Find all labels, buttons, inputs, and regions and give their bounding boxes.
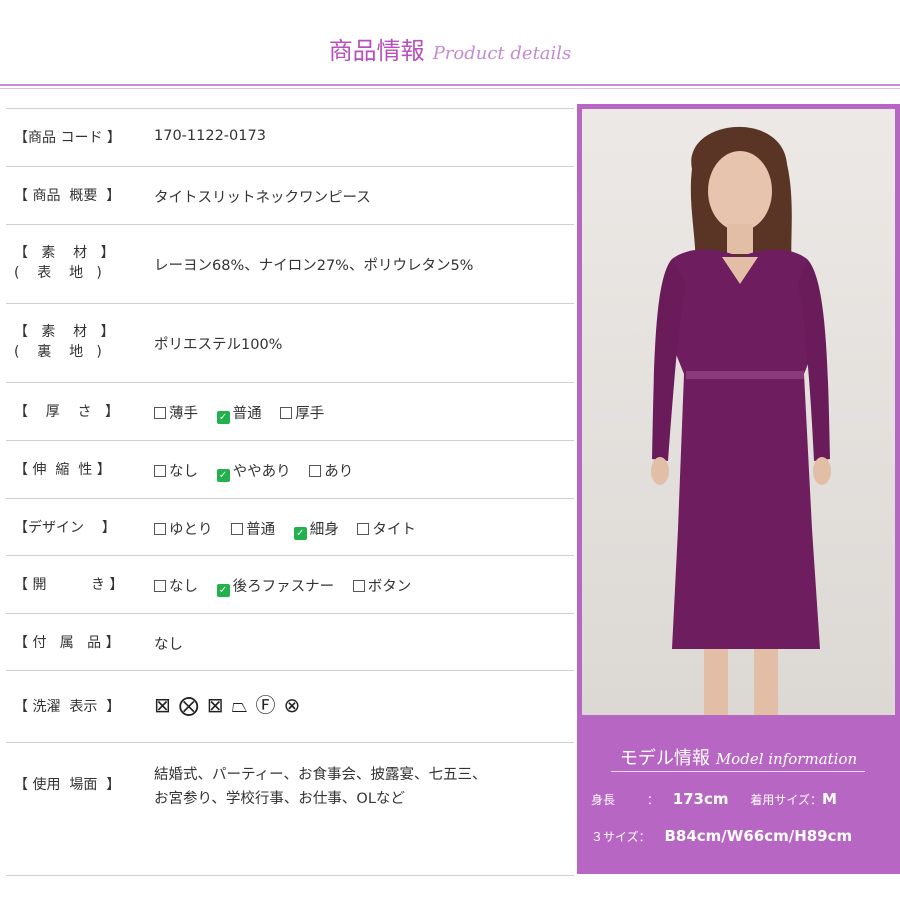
- row-value: レーヨン68%、ナイロン27%、ポリウレタン5%: [154, 258, 474, 274]
- option-button: ボタン: [352, 575, 411, 596]
- model-photo: [582, 109, 895, 715]
- checkbox-checked-icon: ✓: [216, 469, 230, 482]
- dry-clean-f-icon: Ⓕ: [255, 693, 280, 717]
- table-row: 【 開 き 】 なし ✓ 後ろファスナー ボタン: [6, 555, 574, 614]
- iron-icon: ⏢: [231, 693, 252, 717]
- height-separator: ：: [646, 793, 659, 807]
- table-row: 【 商品 概要 】 タイトスリットネックワンピース: [6, 166, 574, 225]
- checkbox-empty: [154, 465, 166, 477]
- size-value: M: [822, 790, 837, 808]
- table-row: 【 使用 場面 】 結婚式、パーティー、お食事会、披露宴、七五三、 お宮参り、学…: [6, 742, 574, 876]
- option-slim: ✓ 細身: [293, 518, 339, 540]
- header-divider: [0, 84, 900, 86]
- row-value: 170-1122-0173: [154, 128, 266, 144]
- checkbox-empty: [357, 523, 370, 535]
- title-en: Product details: [432, 43, 572, 64]
- checkbox-empty: [309, 465, 322, 477]
- option-tight: タイト: [357, 518, 416, 539]
- checkbox-empty: [154, 407, 166, 419]
- row-label: 【 素 材 】( 裏 地 ): [14, 324, 115, 360]
- row-label: 【商品 コード 】: [14, 130, 121, 146]
- table-row: 【商品 コード 】 170-1122-0173: [6, 108, 574, 167]
- row-options: なし ✓ 後ろファスナー ボタン: [154, 575, 425, 597]
- table-row: 【 素 材 】( 裏 地 ) ポリエステル100%: [6, 303, 574, 383]
- model-illustration: [651, 126, 831, 715]
- title-jp: 商品情報: [328, 37, 425, 65]
- table-row: 【 厚 さ 】 薄手 ✓ 普通 厚手: [6, 382, 574, 441]
- row-label: 【 商品 概要 】: [14, 188, 121, 204]
- care-symbols: ⊠ ⨂ ⊠ ⏢ Ⓕ ⊗: [154, 689, 308, 718]
- model-height-line: 身長 ： 173cm 着用サイズ：M: [591, 790, 837, 808]
- page-title: 商品情報 Product details: [0, 36, 900, 69]
- table-row: 【 伸 縮 性 】 なし ✓ ややあり あり: [6, 440, 574, 499]
- row-options: なし ✓ ややあり あり: [154, 460, 367, 482]
- option-normal: ✓ 普通: [216, 402, 262, 424]
- model-panel: モデル情報 Model information 身長 ： 173cm 着用サイズ：…: [577, 104, 900, 874]
- row-label: 【 伸 縮 性 】: [14, 462, 111, 478]
- bleach-prohibited-icon: ⨂: [178, 693, 203, 717]
- checkbox-empty: [154, 580, 166, 592]
- option-regular: 普通: [231, 518, 275, 539]
- row-value: タイトスリットネックワンピース: [154, 190, 371, 206]
- height-label: 身長: [591, 793, 616, 807]
- row-value: ポリエステル100%: [154, 337, 283, 353]
- table-row: 【デザイン 】 ゆとり 普通 ✓ 細身 タイト: [6, 498, 574, 556]
- checkbox-checked-icon: ✓: [216, 411, 230, 424]
- option-none: なし: [154, 460, 198, 481]
- row-label: 【 厚 さ 】: [14, 404, 119, 420]
- model-three-size-line: ３サイズ： B84cm/W66cm/H89cm: [591, 827, 852, 845]
- table-row: 【 洗濯 表示 】 ⊠ ⨂ ⊠ ⏢ Ⓕ ⊗: [6, 670, 574, 743]
- row-options: 薄手 ✓ 普通 厚手: [154, 402, 338, 424]
- checkbox-empty: [280, 407, 293, 419]
- option-yes: あり: [309, 460, 353, 481]
- model-title-underline: [611, 771, 865, 772]
- height-value: 173cm: [672, 790, 729, 808]
- row-value: なし: [154, 637, 183, 653]
- checkbox-empty: [352, 580, 365, 592]
- checkbox-empty: [231, 523, 244, 535]
- option-thick: 厚手: [280, 402, 324, 423]
- row-value: 結婚式、パーティー、お食事会、披露宴、七五三、 お宮参り、学校行事、お仕事、OL…: [154, 767, 487, 807]
- option-thin: 薄手: [154, 402, 198, 423]
- row-label: 【 素 材 】( 表 地 ): [14, 245, 115, 281]
- option-loose: ゆとり: [154, 518, 213, 539]
- size-label: 着用サイズ：: [750, 793, 822, 807]
- wet-clean-prohibited-icon: ⊗: [283, 693, 305, 717]
- table-row: 【 付 属 品 】 なし: [6, 613, 574, 671]
- model-title-jp: モデル情報: [619, 748, 710, 769]
- row-label: 【 付 属 品 】: [14, 635, 120, 651]
- row-label: 【デザイン 】: [14, 520, 116, 536]
- row-label: 【 開 き 】: [14, 577, 124, 593]
- row-label: 【 洗濯 表示 】: [14, 699, 121, 715]
- three-size-value: B84cm/W66cm/H89cm: [664, 827, 853, 845]
- table-row: 【 素 材 】( 表 地 ) レーヨン68%、ナイロン27%、ポリウレタン5%: [6, 224, 574, 304]
- row-label: 【 使用 場面 】: [14, 777, 121, 793]
- checkbox-checked-icon: ✓: [216, 584, 230, 597]
- option-back-zipper: ✓ 後ろファスナー: [216, 575, 334, 597]
- model-title-en: Model information: [715, 750, 858, 768]
- header-divider-thin: [0, 88, 900, 89]
- model-info-title: モデル情報 Model information: [577, 744, 900, 770]
- option-slight: ✓ ややあり: [216, 460, 291, 482]
- checkbox-checked-icon: ✓: [293, 527, 307, 540]
- three-size-label: ３サイズ：: [591, 830, 651, 844]
- option-none: なし: [154, 575, 198, 596]
- wash-prohibited-icon: ⊠: [154, 693, 175, 717]
- row-options: ゆとり 普通 ✓ 細身 タイト: [154, 518, 430, 540]
- tumble-dry-prohibited-icon: ⊠: [206, 693, 228, 717]
- page-header: 商品情報 Product details: [0, 0, 900, 84]
- checkbox-empty: [154, 523, 166, 535]
